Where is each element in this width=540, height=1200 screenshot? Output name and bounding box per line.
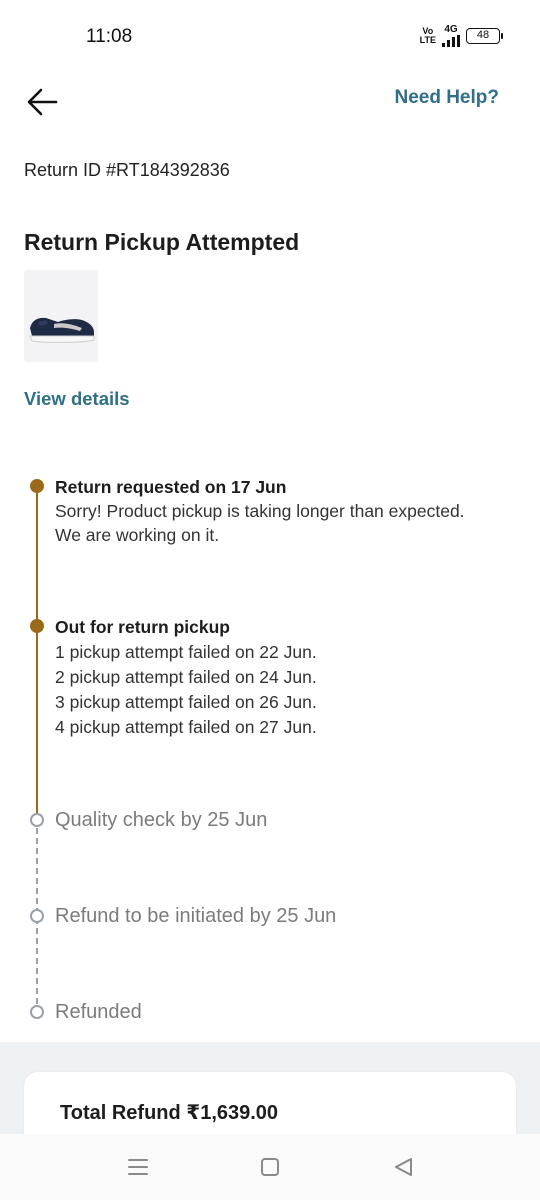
return-status-title: Return Pickup Attempted [24, 229, 300, 255]
status-bar: 11:08 Vo LTE 4G 48 [0, 0, 540, 72]
timeline-progress-line [36, 486, 38, 816]
step-out-for-pickup: Out for return pickup [55, 617, 230, 637]
return-id: Return ID #RT184392836 [24, 160, 230, 180]
shoe-image [29, 317, 95, 343]
timeline-dot-pending [30, 909, 44, 923]
step-note: Sorry! Product pickup is taking longer t… [55, 501, 465, 521]
menu-icon [128, 1159, 148, 1175]
signal-icon: 4G [442, 25, 460, 47]
arrow-left-icon [27, 88, 58, 116]
nav-back-button[interactable] [386, 1150, 420, 1184]
triangle-back-icon [395, 1158, 412, 1176]
pickup-attempt-item: 1 pickup attempt failed on 22 Jun. [55, 642, 317, 662]
nav-menu-button[interactable] [121, 1150, 155, 1184]
pickup-attempt-item: 2 pickup attempt failed on 24 Jun. [55, 667, 317, 687]
timeline-dot-done [30, 619, 44, 633]
view-details-link[interactable]: View details [24, 388, 130, 410]
timeline-dot-done [30, 479, 44, 493]
product-thumbnail[interactable] [24, 270, 98, 362]
step-return-requested: Return requested on 17 Jun [55, 477, 287, 497]
step-refund-initiated: Refund to be initiated by 25 Jun [55, 905, 337, 927]
status-time: 11:08 [86, 26, 133, 47]
step-note: We are working on it. [55, 525, 220, 545]
nav-home-button[interactable] [253, 1150, 287, 1184]
square-home-icon [261, 1158, 279, 1176]
total-refund: Total Refund ₹1,639.00 [60, 1102, 279, 1124]
timeline-dot-pending [30, 1005, 44, 1019]
battery-icon: 48 [466, 28, 503, 44]
network-type: 4G [444, 24, 458, 35]
step-refunded: Refunded [55, 1001, 142, 1023]
step-quality-check: Quality check by 25 Jun [55, 809, 268, 831]
pickup-attempt-item: 3 pickup attempt failed on 26 Jun. [55, 692, 317, 712]
battery-level: 48 [476, 29, 490, 41]
need-help-link[interactable]: Need Help? [394, 87, 499, 109]
back-button[interactable] [22, 82, 62, 122]
volte-icon: Vo LTE [419, 26, 436, 45]
status-icons: Vo LTE 4G 48 [419, 25, 503, 47]
timeline-dot-pending [30, 813, 44, 827]
pickup-attempt-item: 4 pickup attempt failed on 27 Jun. [55, 717, 317, 737]
